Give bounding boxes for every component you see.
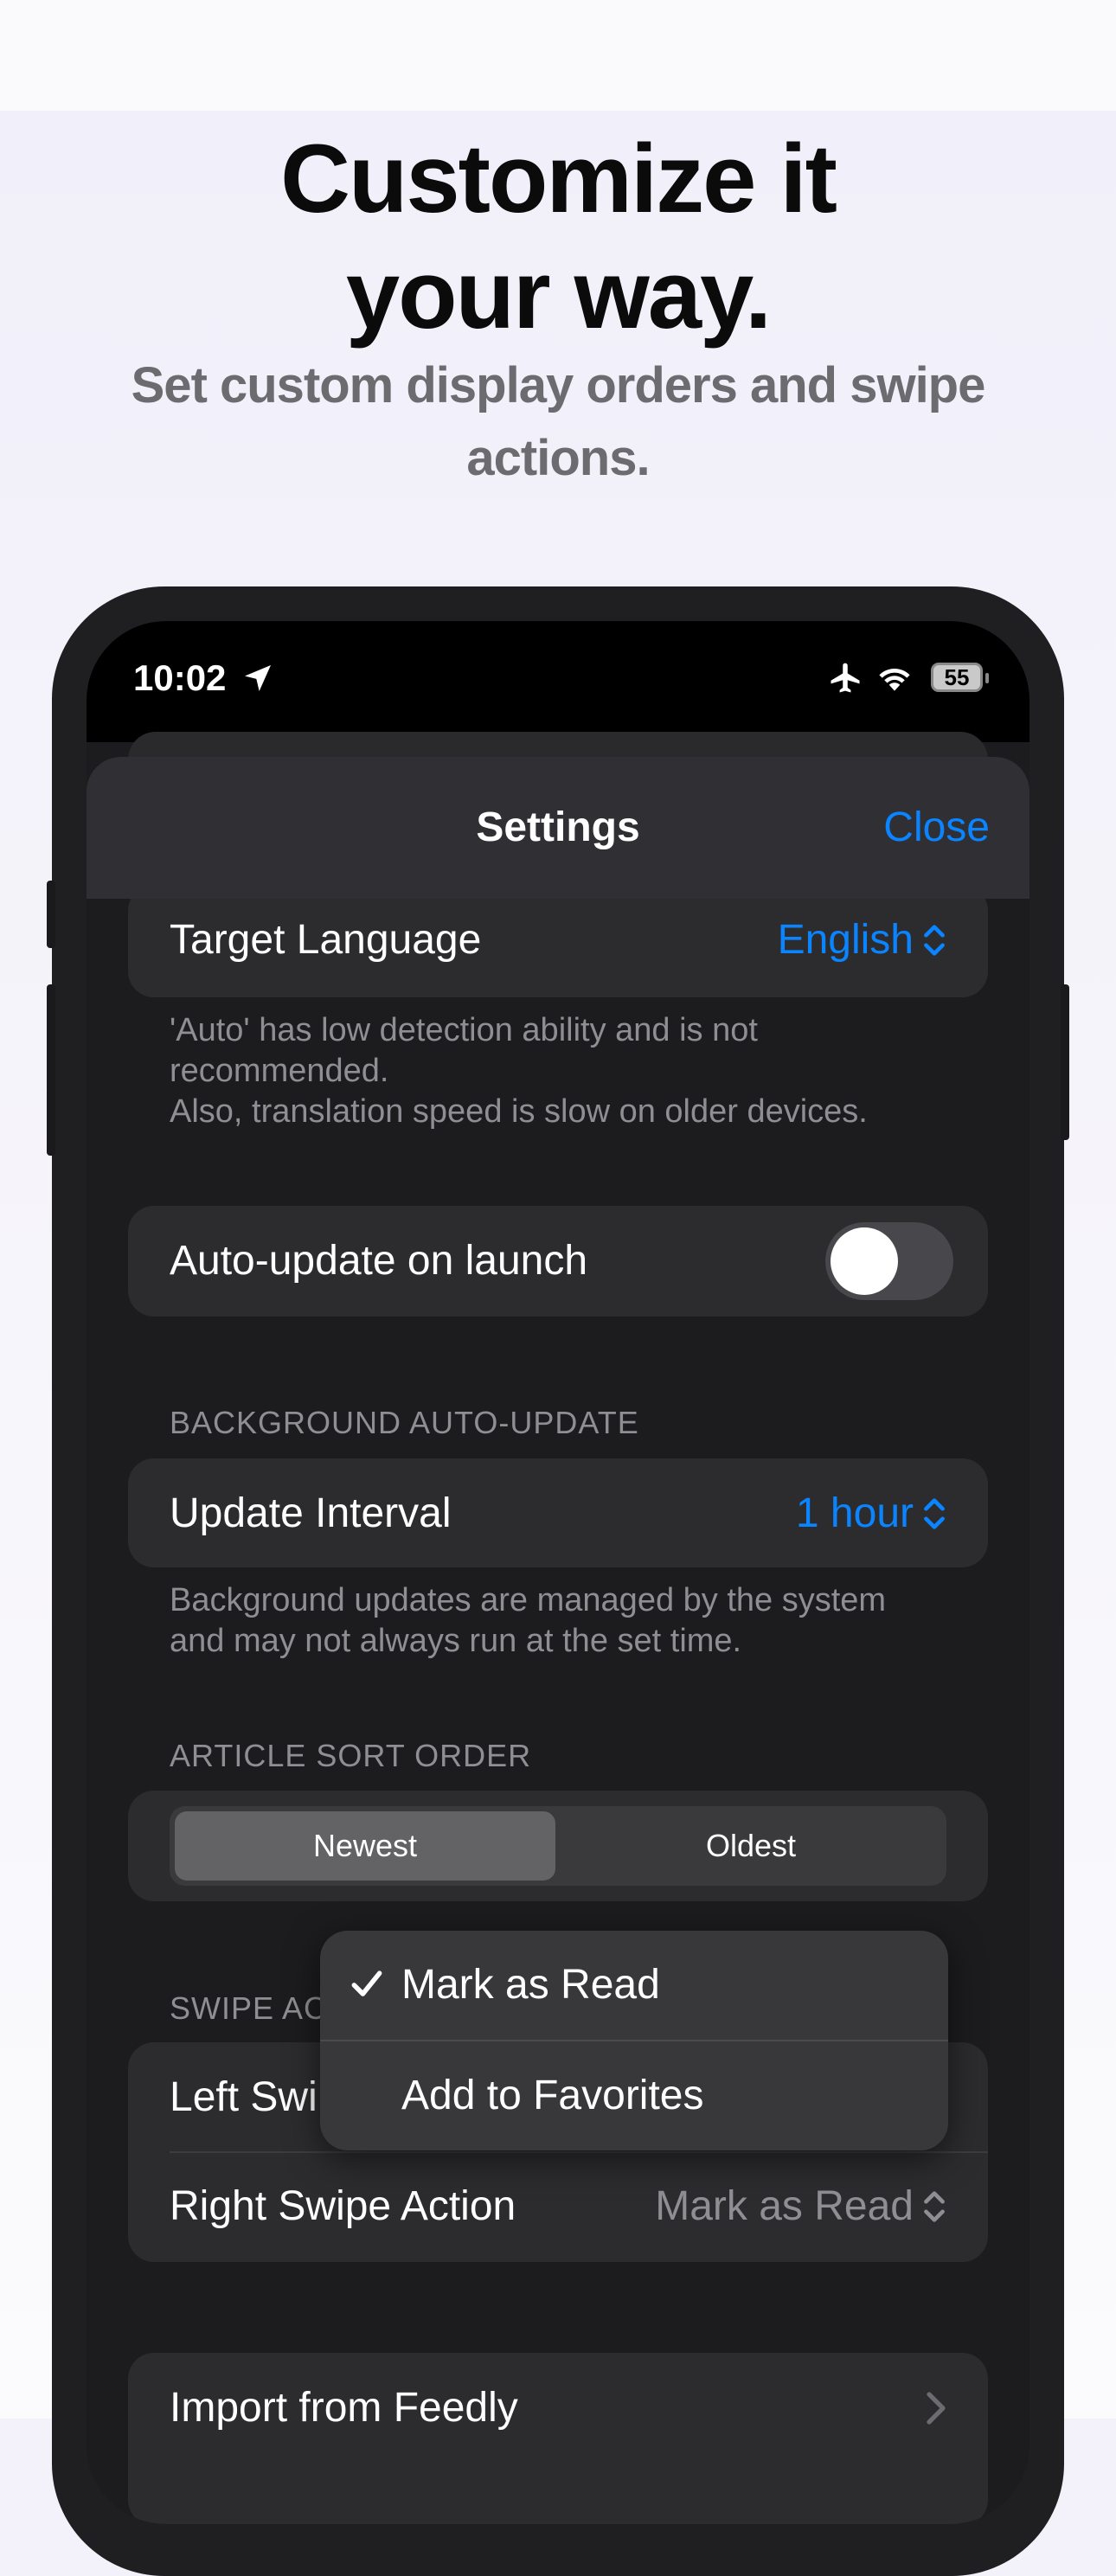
target-language-value[interactable]: English xyxy=(778,916,946,964)
auto-update-label: Auto-update on launch xyxy=(170,1238,588,1284)
segment-oldest[interactable]: Oldest xyxy=(561,1811,941,1881)
chevron-up-down-icon xyxy=(924,2190,945,2222)
auto-update-row: Auto-update on launch xyxy=(128,1206,988,1317)
close-button[interactable]: Close xyxy=(883,757,990,899)
marketing-subhead: Set custom display orders and swipe acti… xyxy=(131,357,986,486)
headline-line-1: Customize it xyxy=(280,125,837,233)
footer-line: 'Auto' has low detection ability and is … xyxy=(170,1012,758,1089)
swipe-actions-header: SWIPE AC xyxy=(170,1990,328,2026)
top-band xyxy=(0,0,1116,111)
background-update-header: BACKGROUND AUTO-UPDATE xyxy=(170,1405,639,1440)
chevron-up-down-icon xyxy=(924,924,945,956)
marketing-headline: Customize it your way. xyxy=(0,121,1116,353)
phone-screen: 10:02 55 Target Language English 'Auto' … xyxy=(87,621,1029,2524)
chevron-right-icon xyxy=(927,2392,946,2425)
menu-item-label: Mark as Read xyxy=(401,1962,660,2008)
target-language-selected: English xyxy=(777,917,914,963)
auto-update-toggle[interactable] xyxy=(825,1222,953,1300)
row-divider xyxy=(170,2151,988,2153)
toggle-knob xyxy=(831,1227,898,1295)
battery-icon: 55 xyxy=(931,663,983,692)
right-swipe-label: Right Swipe Action xyxy=(170,2183,516,2229)
left-swipe-label[interactable]: Left Swi xyxy=(170,2073,317,2121)
right-swipe-selected: Mark as Read xyxy=(655,2183,914,2229)
sort-order-row: Newest Oldest xyxy=(128,1791,988,1901)
location-arrow-icon xyxy=(245,665,271,691)
phone-side-button xyxy=(47,881,55,948)
battery-level: 55 xyxy=(944,664,970,690)
swipe-action-menu: Mark as Read Add to Favorites xyxy=(320,1931,948,2150)
checkmark-icon xyxy=(351,1970,382,1996)
menu-item-mark-as-read[interactable]: Mark as Read xyxy=(320,1931,948,2040)
headline-line-2: your way. xyxy=(345,240,772,349)
menu-item-add-to-favorites[interactable]: Add to Favorites xyxy=(320,2041,948,2150)
wifi-icon xyxy=(879,668,910,691)
target-language-row[interactable]: Target Language English xyxy=(128,885,988,997)
chevron-up-down-icon xyxy=(924,1497,945,1529)
sort-order-header: ARTICLE SORT ORDER xyxy=(170,1738,532,1773)
phone-side-button xyxy=(47,1086,55,1156)
right-swipe-value[interactable]: Mark as Read xyxy=(655,2182,946,2230)
import-feedly-row[interactable]: Import from Feedly xyxy=(128,2353,988,2524)
status-bar: 10:02 55 xyxy=(87,621,1029,742)
update-interval-label: Update Interval xyxy=(170,1490,452,1536)
phone-power-button xyxy=(1061,984,1069,1140)
target-language-label: Target Language xyxy=(170,917,482,963)
sort-order-segmented-control: Newest Oldest xyxy=(170,1806,946,1886)
battery-nub xyxy=(985,673,989,683)
menu-item-label: Add to Favorites xyxy=(401,2073,704,2118)
update-interval-value[interactable]: 1 hour xyxy=(796,1490,946,1537)
target-language-footer: 'Auto' has low detection ability and is … xyxy=(170,1010,948,1132)
phone-side-button xyxy=(47,984,55,1092)
update-interval-row[interactable]: Update Interval 1 hour xyxy=(128,1458,988,1567)
airplane-icon xyxy=(831,663,860,693)
import-feedly-label: Import from Feedly xyxy=(170,2385,518,2431)
status-time: 10:02 xyxy=(133,657,227,698)
segment-newest[interactable]: Newest xyxy=(175,1811,555,1881)
background-update-footer: Background updates are managed by the sy… xyxy=(170,1582,887,1659)
update-interval-selected: 1 hour xyxy=(795,1490,914,1536)
footer-line: Also, translation speed is slow on older… xyxy=(170,1093,868,1130)
settings-nav-bar: Settings Close xyxy=(87,757,1029,899)
